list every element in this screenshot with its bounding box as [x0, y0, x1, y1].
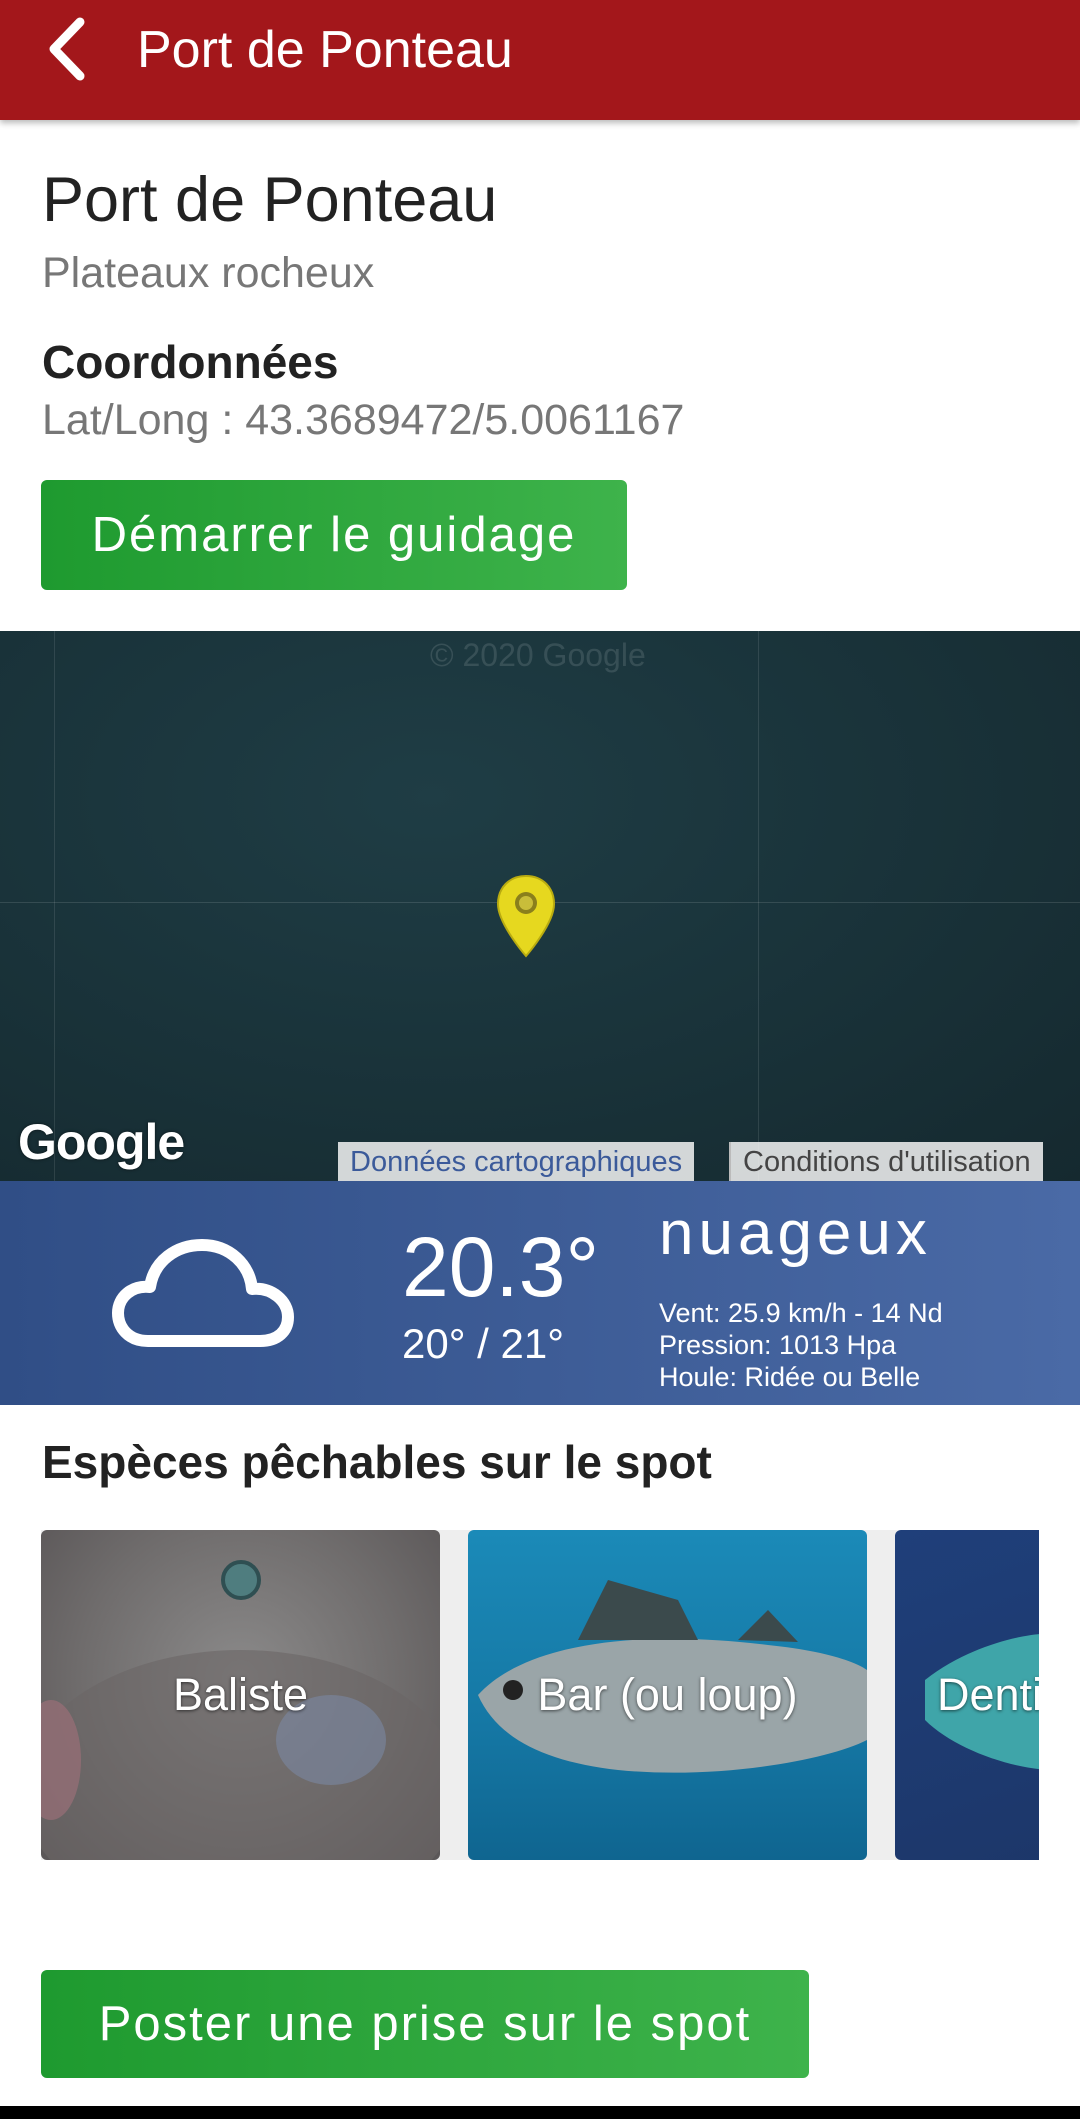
species-card[interactable]: Baliste: [41, 1530, 440, 1860]
app-bar-title: Port de Ponteau: [137, 21, 513, 79]
species-label: Baliste: [172, 1669, 309, 1720]
post-catch-button[interactable]: Poster une prise sur le spot: [41, 1970, 809, 2078]
google-logo: Google: [18, 1114, 185, 1170]
wind-info: Vent: 25.9 km/h - 14 Nd: [659, 1298, 943, 1328]
species-label: Denti: [937, 1669, 1039, 1720]
back-button[interactable]: [42, 14, 102, 84]
coordinates-value: Lat/Long : 43.3689472/5.0061167: [42, 396, 685, 444]
min-max-temperature: 20° / 21°: [402, 1320, 565, 1367]
spot-name: Port de Ponteau: [42, 165, 498, 235]
swell-info: Houle: Ridée ou Belle: [659, 1362, 921, 1392]
pressure-info: Pression: 1013 Hpa: [659, 1330, 897, 1360]
map-grid-line: [54, 631, 55, 1181]
map-data-link[interactable]: Données cartographiques: [338, 1142, 695, 1181]
cloud-icon: [112, 1239, 294, 1347]
map-copyright: © 2020 Google: [430, 637, 646, 673]
map-view[interactable]: © 2020 Google Google Données cartographi…: [0, 631, 1080, 1181]
species-carousel[interactable]: Baliste Bar (ou loup) Denti: [41, 1530, 1039, 1860]
species-card[interactable]: Denti: [895, 1530, 1039, 1860]
system-nav-bar: [0, 2106, 1080, 2119]
terms-of-use-link[interactable]: Conditions d'utilisation: [729, 1142, 1043, 1181]
chevron-left-icon: [49, 17, 85, 81]
map-pin-icon[interactable]: [494, 874, 558, 958]
weather-panel: 20.3° 20° / 21° nuageux Vent: 25.9 km/h …: [0, 1181, 1080, 1405]
map-grid-line: [758, 631, 759, 1181]
spot-type: Plateaux rocheux: [42, 249, 375, 297]
species-label: Bar (ou loup): [537, 1669, 798, 1720]
species-section-title: Espèces pêchables sur le spot: [42, 1436, 712, 1488]
current-temperature: 20.3°: [402, 1220, 600, 1314]
start-guidance-button[interactable]: Démarrer le guidage: [41, 480, 627, 590]
species-card[interactable]: Bar (ou loup): [468, 1530, 867, 1860]
app-bar: Port de Ponteau: [0, 0, 1080, 120]
weather-condition: nuageux: [659, 1199, 932, 1268]
coordinates-label: Coordonnées: [42, 336, 339, 388]
